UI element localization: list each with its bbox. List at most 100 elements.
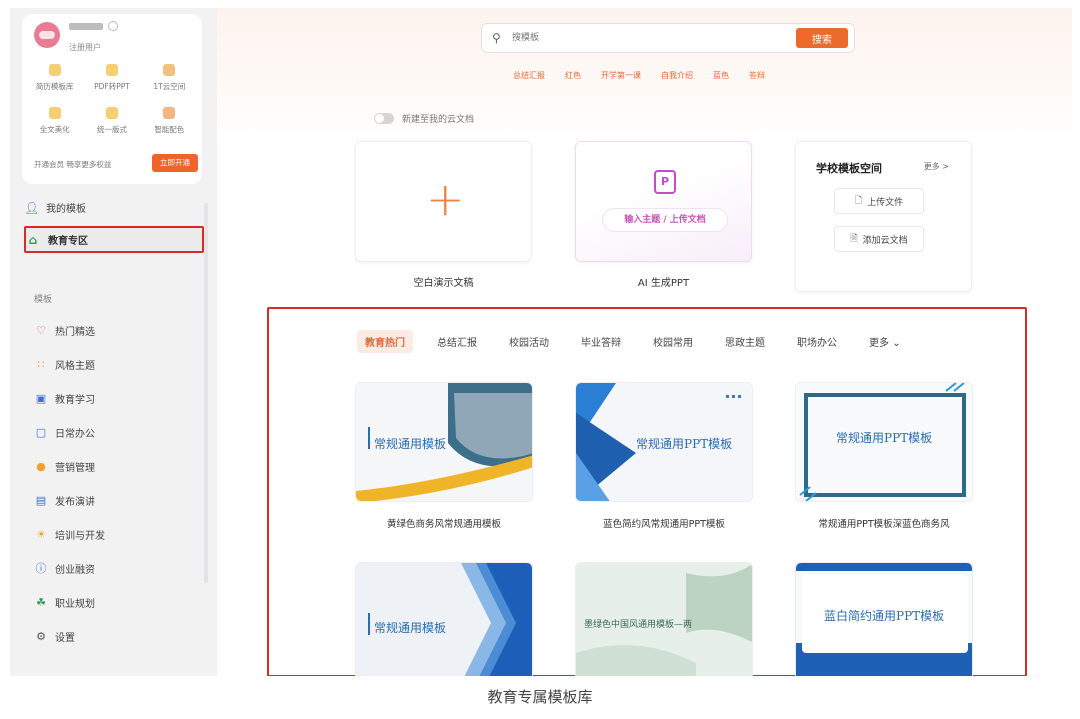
nav-label: 营销管理: [55, 462, 95, 474]
tool-label: 统一版式: [96, 125, 127, 134]
tool-label: 智能配色: [154, 125, 185, 134]
add-cloud-doc-button[interactable]: 🗎︎ 添加云文档: [834, 226, 924, 252]
nav-style-themes[interactable]: ∷ 风格主题: [34, 354, 96, 374]
nav-speech[interactable]: ▤ 发布演讲: [34, 490, 95, 510]
cloud-icon: [163, 64, 176, 76]
plus-icon: +: [426, 172, 465, 226]
hot-keyword[interactable]: 自我介绍: [661, 70, 693, 81]
template-title: 常规通用PPT模板: [836, 431, 933, 445]
search-button[interactable]: 搜索: [796, 28, 848, 48]
grid-icon: ∷: [37, 357, 45, 371]
hot-keyword[interactable]: 蓝色: [713, 70, 729, 81]
template-title: 常规通用PPT模板: [636, 437, 733, 451]
tool-label: PDF转PPT: [94, 82, 130, 91]
tool-cloud-space[interactable]: 1T云空间: [141, 64, 198, 100]
promo-text: 开通会员 畅享更多权益: [34, 160, 112, 169]
layout-icon: [105, 107, 118, 119]
nav-hot-picks[interactable]: ♡ 热门精选: [34, 320, 95, 340]
tab-office[interactable]: 职场办公: [789, 330, 845, 353]
tab-campus-common[interactable]: 校园常用: [645, 330, 701, 353]
nav-career[interactable]: ☘ 职业规划: [34, 592, 95, 612]
add-cloud-doc-label: 添加云文档: [862, 235, 908, 246]
ai-ppt-icon: P: [654, 170, 676, 194]
upload-file-label: 上传文件: [867, 197, 904, 208]
info-icon: ⓘ: [35, 562, 47, 575]
template-section-label: 模板: [34, 295, 53, 305]
template-thumbnail[interactable]: 蓝白简约通用PPT模板: [795, 562, 973, 676]
hot-keyword[interactable]: 开学第一课: [601, 70, 641, 81]
search-input[interactable]: [512, 29, 762, 47]
chat-icon: ▤: [35, 493, 47, 507]
school-template-space-card: 学校模板空间 更多 > 🗋︎ 上传文件 🗎︎ 添加云文档: [795, 141, 972, 292]
palette-icon: [163, 107, 176, 119]
pdf-icon: [105, 64, 118, 76]
tab-summary[interactable]: 总结汇报: [429, 330, 485, 353]
education-icon: ⌂: [28, 232, 38, 247]
tab-ideology[interactable]: 思政主题: [717, 330, 773, 353]
search-icon: ⚲: [492, 31, 501, 45]
avatar[interactable]: [34, 22, 60, 48]
nav-label: 培训与开发: [55, 530, 105, 542]
nav-marketing[interactable]: ● 营销管理: [34, 456, 95, 476]
nav-label: 热门精选: [55, 326, 95, 338]
user-type-label: 注册用户: [69, 43, 101, 52]
tool-label: 全文美化: [39, 125, 70, 134]
nav-education-learning[interactable]: ▣ 教育学习: [34, 388, 95, 408]
nav-settings[interactable]: ⚙ 设置: [34, 626, 75, 646]
template-title: 常规通用模板: [374, 437, 447, 451]
nav-label: 设置: [55, 632, 75, 644]
tab-campus-activity[interactable]: 校园活动: [501, 330, 557, 353]
quick-tools: 简历模板库 PDF转PPT 1T云空间 全文美化 统一版式 智能配色: [26, 64, 198, 143]
hot-keyword[interactable]: 总结汇报: [513, 70, 545, 81]
hot-keywords: 总结汇报 红色 开学第一课 自我介绍 蓝色 答辩: [513, 70, 765, 81]
tool-color-match[interactable]: 智能配色: [141, 107, 198, 143]
tab-education-hot[interactable]: 教育热门: [357, 330, 413, 353]
nav-startup[interactable]: ⓘ 创业融资: [34, 558, 96, 578]
file-icon: 🗋︎: [854, 196, 863, 206]
tool-unify-layout[interactable]: 统一版式: [83, 107, 140, 143]
tab-more[interactable]: 更多 ⌄: [861, 330, 909, 353]
tool-beautify[interactable]: 全文美化: [26, 107, 83, 143]
template-caption: 常规通用PPT模板深蓝色商务风: [818, 519, 950, 530]
sidebar-scrollbar[interactable]: [204, 203, 208, 583]
template-thumbnail[interactable]: 常规通用模板: [355, 562, 533, 676]
ai-generate-card[interactable]: P 输入主题 / 上传文档: [575, 141, 752, 262]
template-thumbnail[interactable]: 常规通用模板: [355, 382, 533, 502]
more-link[interactable]: 更多 >: [924, 161, 949, 172]
nav-daily-office[interactable]: ▢ 日常办公: [34, 422, 95, 442]
hot-keyword[interactable]: 答辩: [749, 70, 765, 81]
ai-input-button[interactable]: 输入主题 / 上传文档: [602, 208, 728, 232]
template-thumbnail[interactable]: 常规通用PPT模板: [795, 382, 973, 502]
cloud-doc-toggle[interactable]: [374, 113, 394, 124]
user-card: 注册用户 简历模板库 PDF转PPT 1T云空间 全文美化 统一版式 智能配色 …: [22, 14, 202, 184]
brush-icon: [48, 107, 61, 119]
monitor-icon: ▢: [35, 425, 47, 439]
chevron-down-icon: ⌄: [892, 338, 901, 349]
template-title: 常规通用模板: [374, 621, 447, 635]
nav-label: 风格主题: [55, 360, 95, 372]
cloud-toggle-label: 新建至我的云文档: [402, 115, 475, 125]
nav-my-templates[interactable]: 👤︎ 我的模板: [24, 194, 204, 221]
nav-education-zone[interactable]: ⌂ 教育专区: [24, 226, 204, 253]
nav-label: 教育学习: [55, 394, 95, 406]
book-icon: ▣: [35, 391, 47, 405]
blank-presentation-card[interactable]: +: [355, 141, 532, 262]
heart-icon: ♡: [36, 323, 46, 337]
hot-keyword[interactable]: 红色: [565, 70, 581, 81]
blank-presentation-label: 空白演示文稿: [413, 278, 474, 289]
tab-graduation[interactable]: 毕业答辩: [573, 330, 629, 353]
template-thumbnail[interactable]: 常规通用PPT模板: [575, 382, 753, 502]
template-thumbnail[interactable]: 墨绿色中国风通用模板—两: [575, 562, 753, 676]
main-content: ⚲ 搜索 总结汇报 红色 开学第一课 自我介绍 蓝色 答辩 新建至我的云文档 +…: [217, 8, 1072, 676]
open-vip-button[interactable]: 立即开通: [152, 154, 198, 172]
nav-training[interactable]: ☀ 培训与开发: [34, 524, 105, 544]
tab-more-label: 更多: [869, 338, 889, 349]
upload-file-button[interactable]: 🗋︎ 上传文件: [834, 188, 924, 214]
user-icon: 👤︎: [24, 200, 40, 215]
tool-label: 1T云空间: [153, 82, 186, 91]
tool-resume-templates[interactable]: 简历模板库: [26, 64, 83, 100]
sidebar: 注册用户 简历模板库 PDF转PPT 1T云空间 全文美化 统一版式 智能配色 …: [10, 8, 217, 676]
crown-icon: [48, 64, 61, 76]
tool-pdf-to-ppt[interactable]: PDF转PPT: [83, 64, 140, 100]
lightbulb-icon: ☀: [36, 527, 46, 541]
